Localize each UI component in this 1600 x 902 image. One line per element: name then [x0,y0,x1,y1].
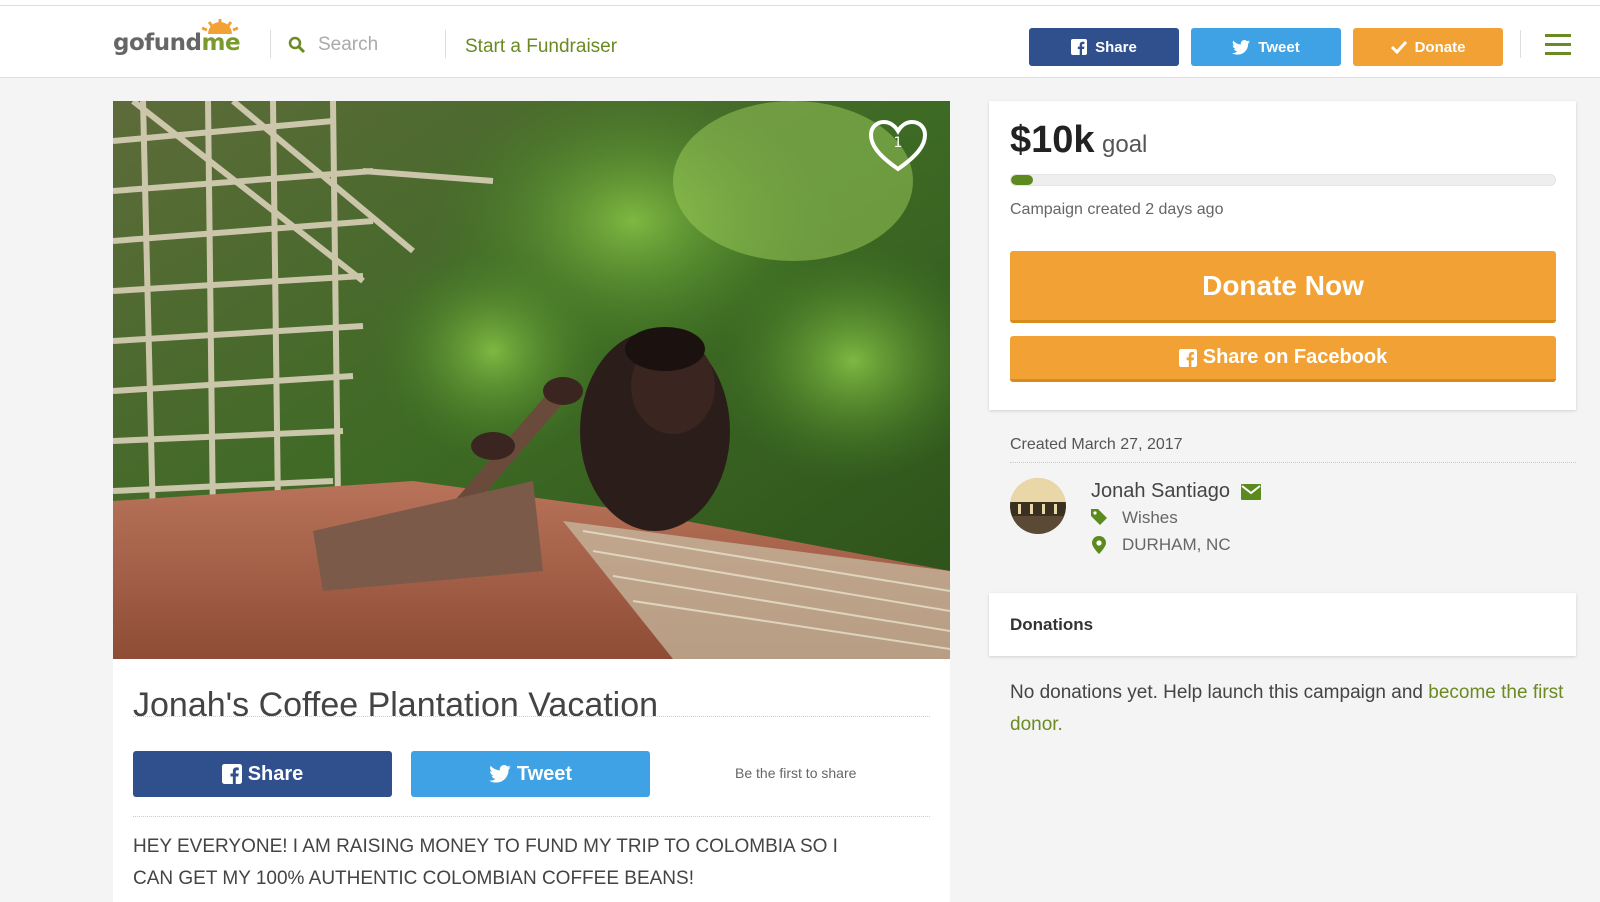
start-fundraiser-link[interactable]: Start a Fundraiser [465,36,617,58]
created-date: Created March 27, 2017 [1010,436,1183,453]
share-button[interactable]: Share [133,751,392,797]
campaign-story: HEY EVERYONE! I AM RAISING MONEY TO FUND… [133,831,913,895]
donations-title: Donations [1010,615,1094,634]
header-share-button[interactable]: Share [1029,28,1179,66]
mail-icon[interactable] [1241,484,1261,500]
header-divider [1520,30,1521,58]
organizer-category[interactable]: Wishes [1122,508,1178,528]
goal-card: $10k goal Campaign created 2 days ago Do… [989,101,1576,410]
header-divider [445,30,446,58]
facebook-icon [1178,348,1197,367]
campaign-title: Jonah's Coffee Plantation Vacation [133,686,659,724]
header-tweet-button[interactable]: Tweet [1191,28,1341,66]
header-divider [270,30,271,58]
site-header: gofundme Start a Fundraiser Share Tweet … [0,6,1600,78]
first-to-share-text: Be the first to share [735,765,857,781]
divider [1010,462,1576,463]
heart-icon[interactable]: 1 [868,119,928,173]
divider [133,816,930,817]
donations-card: Donations [989,593,1576,656]
story-line: CAN GET MY 100% AUTHENTIC COLOMBIAN COFF… [133,868,694,889]
heart-count: 1 [894,135,903,151]
tweet-button[interactable]: Tweet [411,751,650,797]
check-icon [1390,40,1407,54]
progress-fill [1011,175,1033,185]
organizer-name[interactable]: Jonah Santiago [1091,480,1230,503]
share-on-facebook-button[interactable]: Share on Facebook [1010,336,1556,382]
hamburger-icon[interactable] [1545,34,1571,56]
campaign-hero-image [113,101,950,659]
facebook-icon [1071,39,1088,55]
avatar[interactable] [1010,478,1066,534]
no-donations-text: No donations yet. Help launch this campa… [1010,677,1576,741]
header-donate-button[interactable]: Donate [1353,28,1503,66]
twitter-icon [489,765,511,783]
tag-icon [1091,509,1107,525]
no-donations-message: No donations yet. Help launch this campa… [1010,682,1429,703]
organizer-location: DURHAM, NC [1122,535,1231,554]
progress-bar [1010,174,1556,186]
twitter-icon [1232,39,1251,55]
campaign-card: 1 Jonah's Coffee Plantation Vacation Sha… [113,101,950,902]
map-pin-icon [1092,536,1106,554]
search-icon[interactable] [288,36,306,54]
goal-label: goal [1102,131,1148,158]
campaign-created-ago: Campaign created 2 days ago [1010,201,1224,218]
goal-amount: $10k [1010,119,1095,161]
donate-now-button[interactable]: Donate Now [1010,251,1556,323]
story-line: HEY EVERYONE! I AM RAISING MONEY TO FUND… [133,836,838,857]
divider [133,716,930,717]
search-input[interactable] [318,32,428,58]
logo-sun-icon [201,19,239,34]
facebook-icon [221,764,242,784]
